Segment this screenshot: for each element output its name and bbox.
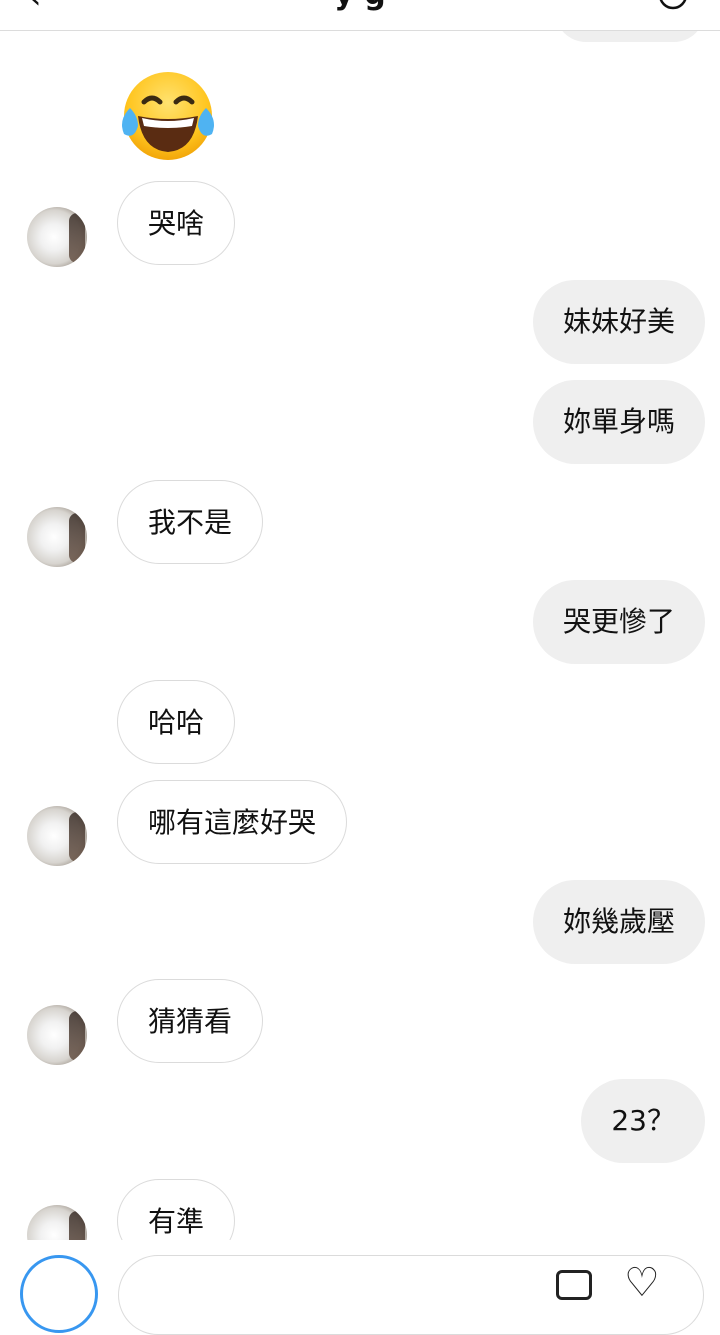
outgoing-message[interactable]: 哭更慘了 xyxy=(532,580,705,664)
avatar[interactable] xyxy=(27,207,87,267)
incoming-message[interactable]: 哈哈 xyxy=(117,680,236,764)
face-with-tears-of-joy-icon xyxy=(122,72,214,160)
outgoing-message[interactable]: 妳幾歲壓 xyxy=(532,880,705,964)
incoming-message[interactable]: 哪有這麼好哭 xyxy=(117,780,348,864)
heart-icon[interactable]: ♡ xyxy=(624,1263,660,1303)
camera-icon[interactable] xyxy=(20,1255,98,1333)
info-icon[interactable] xyxy=(658,0,688,10)
avatar[interactable] xyxy=(27,806,87,866)
avatar[interactable] xyxy=(27,507,87,567)
message-composer: ♡ xyxy=(0,1240,720,1335)
outgoing-message[interactable]: 23？ xyxy=(581,1079,705,1163)
message-input[interactable] xyxy=(118,1255,704,1335)
outgoing-message[interactable]: 妹妹好美 xyxy=(532,280,705,364)
outgoing-message[interactable]: 妳單身嗎 xyxy=(532,380,705,464)
incoming-message[interactable]: 猜猜看 xyxy=(117,979,264,1063)
incoming-message[interactable]: 我不是 xyxy=(117,480,264,564)
chat-title[interactable]: y g xyxy=(0,0,720,12)
avatar[interactable] xyxy=(27,1005,87,1065)
incoming-message[interactable]: 哭啥 xyxy=(117,181,236,265)
chat-header: ‹ y g xyxy=(0,0,720,31)
gallery-icon[interactable] xyxy=(556,1270,592,1300)
